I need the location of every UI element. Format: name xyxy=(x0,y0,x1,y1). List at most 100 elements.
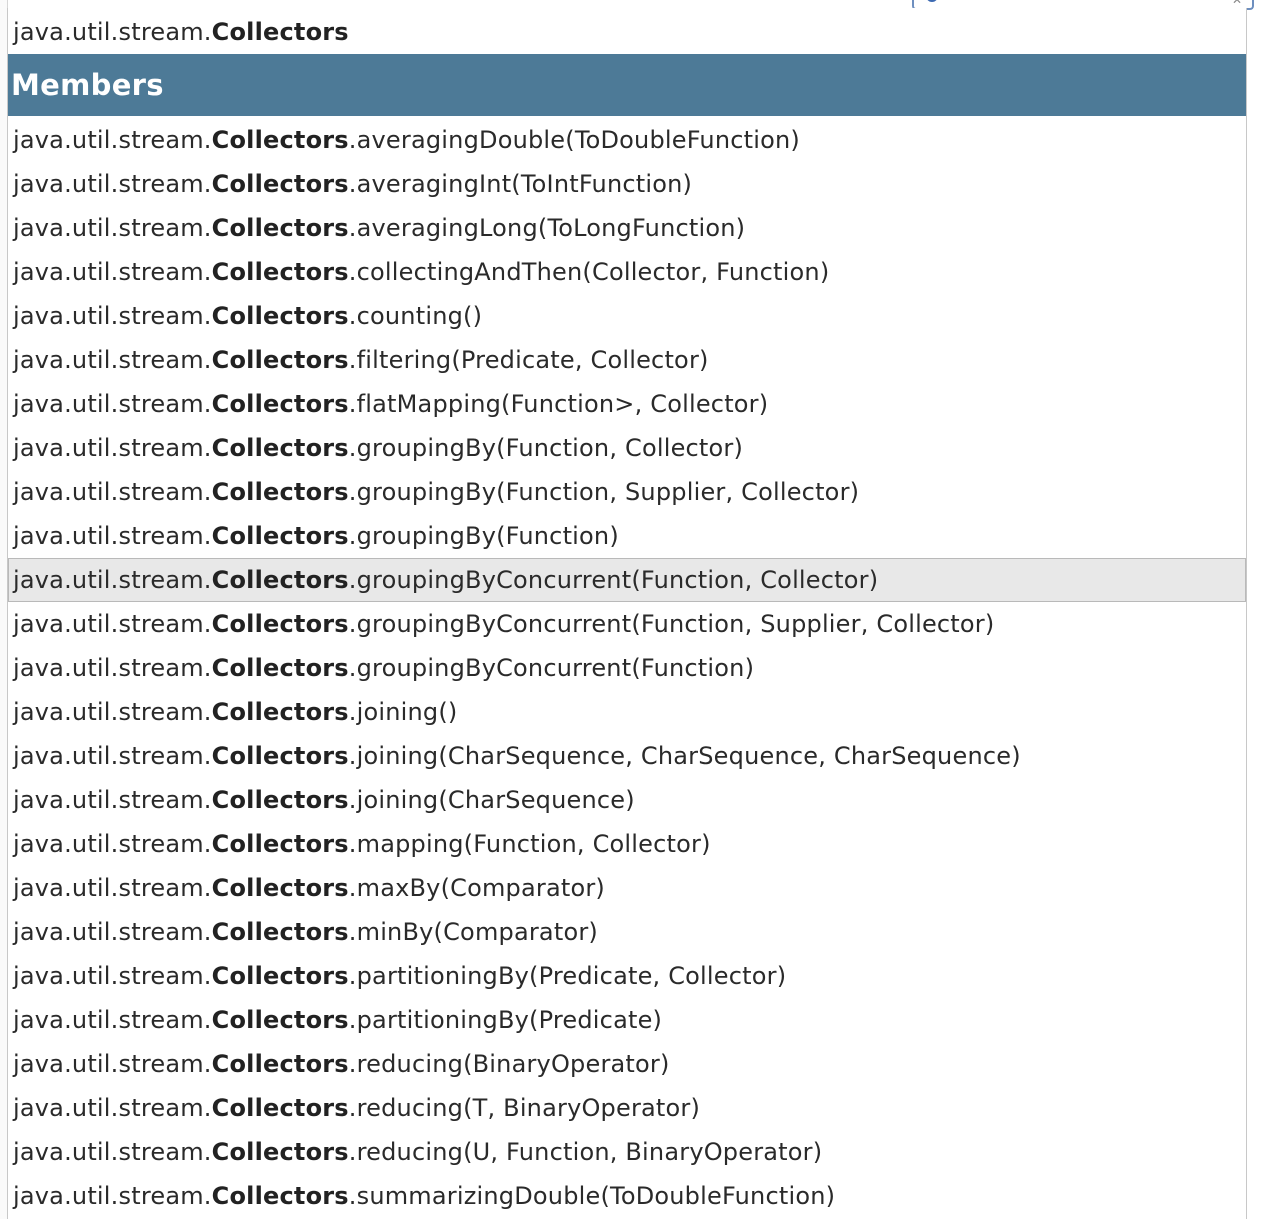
javadoc-page: ✕ java.util.stream.Collectors Members ja… xyxy=(0,0,1269,1219)
result-member: .summarizingDouble(ToDoubleFunction) xyxy=(348,1182,836,1210)
member-result-item[interactable]: java.util.stream.Collectors.collectingAn… xyxy=(8,250,1246,294)
result-member: .groupingByConcurrent(Function, Supplier… xyxy=(348,610,995,638)
result-class: Collectors xyxy=(211,390,349,418)
result-class: Collectors xyxy=(211,918,349,946)
result-package: java.util.stream. xyxy=(13,478,212,506)
result-class: Collectors xyxy=(211,170,349,198)
result-package: java.util.stream. xyxy=(13,918,212,946)
member-result-item[interactable]: java.util.stream.Collectors.averagingInt… xyxy=(8,162,1246,206)
result-class: Collectors xyxy=(211,522,349,550)
result-class: Collectors xyxy=(211,610,349,638)
member-result-item[interactable]: java.util.stream.Collectors.summarizingD… xyxy=(8,1174,1246,1218)
result-package: java.util.stream. xyxy=(13,214,212,242)
result-package: java.util.stream. xyxy=(13,566,212,594)
member-result-item[interactable]: java.util.stream.Collectors.groupingBy(F… xyxy=(8,470,1246,514)
result-class: Collectors xyxy=(211,1050,349,1078)
member-result-item[interactable]: java.util.stream.Collectors.reducing(U, … xyxy=(8,1130,1246,1174)
result-member: .mapping(Function, Collector) xyxy=(348,830,711,858)
member-result-item[interactable]: java.util.stream.Collectors.groupingBy(F… xyxy=(8,426,1246,470)
member-result-item[interactable]: java.util.stream.Collectors.partitioning… xyxy=(8,954,1246,998)
result-class: Collectors xyxy=(211,874,349,902)
result-class: Collectors xyxy=(211,698,349,726)
result-member: .groupingByConcurrent(Function, Collecto… xyxy=(348,566,879,594)
result-package: java.util.stream. xyxy=(13,830,212,858)
member-result-item[interactable]: java.util.stream.Collectors.joining() xyxy=(8,690,1246,734)
result-class: Collectors xyxy=(211,1182,349,1210)
result-class: Collectors xyxy=(211,434,349,462)
result-class: Collectors xyxy=(211,962,349,990)
member-result-item[interactable]: java.util.stream.Collectors.filtering(Pr… xyxy=(8,338,1246,382)
member-result-item[interactable]: java.util.stream.Collectors.maxBy(Compar… xyxy=(8,866,1246,910)
result-member: .reducing(T, BinaryOperator) xyxy=(348,1094,701,1122)
result-class: Collectors xyxy=(211,126,349,154)
result-member: .partitioningBy(Predicate, Collector) xyxy=(348,962,787,990)
member-result-item[interactable]: java.util.stream.Collectors.groupingBy(F… xyxy=(8,514,1246,558)
result-package: java.util.stream. xyxy=(13,874,212,902)
result-package: java.util.stream. xyxy=(13,742,212,770)
member-result-item[interactable]: java.util.stream.Collectors.reducing(Bin… xyxy=(8,1042,1246,1086)
member-result-item[interactable]: java.util.stream.Collectors.averagingDou… xyxy=(8,118,1246,162)
result-class: Collectors xyxy=(211,214,349,242)
result-member: .averagingLong(ToLongFunction) xyxy=(348,214,746,242)
result-member: .maxBy(Comparator) xyxy=(348,874,605,902)
result-member: .joining() xyxy=(348,698,458,726)
result-package: java.util.stream. xyxy=(13,258,212,286)
result-package: java.util.stream. xyxy=(13,654,212,682)
result-member: .reducing(U, Function, BinaryOperator) xyxy=(348,1138,823,1166)
result-package: java.util.stream. xyxy=(13,610,212,638)
result-member: .flatMapping(Function>, Collector) xyxy=(348,390,769,418)
clear-icon[interactable]: ✕ xyxy=(1232,0,1242,6)
member-result-item[interactable]: java.util.stream.Collectors.averagingLon… xyxy=(8,206,1246,250)
category-header-members: Members xyxy=(8,54,1246,116)
result-class: Collectors xyxy=(211,1138,349,1166)
result-member: .groupingBy(Function, Collector) xyxy=(348,434,744,462)
result-member: .collectingAndThen(Collector, Function) xyxy=(348,258,830,286)
result-member: .averagingDouble(ToDoubleFunction) xyxy=(348,126,800,154)
search-icon xyxy=(926,0,938,2)
search-autocomplete-dropdown: java.util.stream.Collectors Members java… xyxy=(7,8,1247,1219)
result-class: Collectors xyxy=(211,1094,349,1122)
result-package: java.util.stream. xyxy=(13,170,212,198)
result-class: Collectors xyxy=(211,742,349,770)
result-package: java.util.stream. xyxy=(13,522,212,550)
result-class: Collectors xyxy=(211,18,349,46)
result-member: .partitioningBy(Predicate) xyxy=(348,1006,663,1034)
result-package: java.util.stream. xyxy=(13,126,212,154)
member-result-item[interactable]: java.util.stream.Collectors.minBy(Compar… xyxy=(8,910,1246,954)
result-member: .groupingBy(Function) xyxy=(348,522,619,550)
result-member: .counting() xyxy=(348,302,483,330)
result-package: java.util.stream. xyxy=(13,962,212,990)
result-package: java.util.stream. xyxy=(13,1182,212,1210)
result-package: java.util.stream. xyxy=(13,786,212,814)
member-result-item[interactable]: java.util.stream.Collectors.flatMapping(… xyxy=(8,382,1246,426)
type-result-item[interactable]: java.util.stream.Collectors xyxy=(8,10,1246,54)
result-package: java.util.stream. xyxy=(13,1094,212,1122)
result-class: Collectors xyxy=(211,346,349,374)
result-class: Collectors xyxy=(211,478,349,506)
result-member: .averagingInt(ToIntFunction) xyxy=(348,170,693,198)
result-package: java.util.stream. xyxy=(13,302,212,330)
member-result-item[interactable]: java.util.stream.Collectors.reducing(T, … xyxy=(8,1086,1246,1130)
member-result-item[interactable]: java.util.stream.Collectors.groupingByCo… xyxy=(8,646,1246,690)
result-member: .reducing(BinaryOperator) xyxy=(348,1050,670,1078)
member-result-item[interactable]: java.util.stream.Collectors.partitioning… xyxy=(8,998,1246,1042)
result-package: java.util.stream. xyxy=(13,1138,212,1166)
result-member: .joining(CharSequence) xyxy=(348,786,635,814)
result-package: java.util.stream. xyxy=(13,698,212,726)
member-result-item[interactable]: java.util.stream.Collectors.groupingByCo… xyxy=(8,558,1246,602)
member-result-item[interactable]: java.util.stream.Collectors.counting() xyxy=(8,294,1246,338)
member-result-item[interactable]: java.util.stream.Collectors.joining(Char… xyxy=(8,778,1246,822)
result-package: java.util.stream. xyxy=(13,18,212,46)
result-member: .minBy(Comparator) xyxy=(348,918,598,946)
result-class: Collectors xyxy=(211,302,349,330)
result-class: Collectors xyxy=(211,258,349,286)
member-result-item[interactable]: java.util.stream.Collectors.mapping(Func… xyxy=(8,822,1246,866)
result-package: java.util.stream. xyxy=(13,434,212,462)
result-class: Collectors xyxy=(211,786,349,814)
member-result-item[interactable]: java.util.stream.Collectors.groupingByCo… xyxy=(8,602,1246,646)
result-class: Collectors xyxy=(211,654,349,682)
result-class: Collectors xyxy=(211,1006,349,1034)
result-class: Collectors xyxy=(211,566,349,594)
member-result-item[interactable]: java.util.stream.Collectors.joining(Char… xyxy=(8,734,1246,778)
result-member: .filtering(Predicate, Collector) xyxy=(348,346,709,374)
